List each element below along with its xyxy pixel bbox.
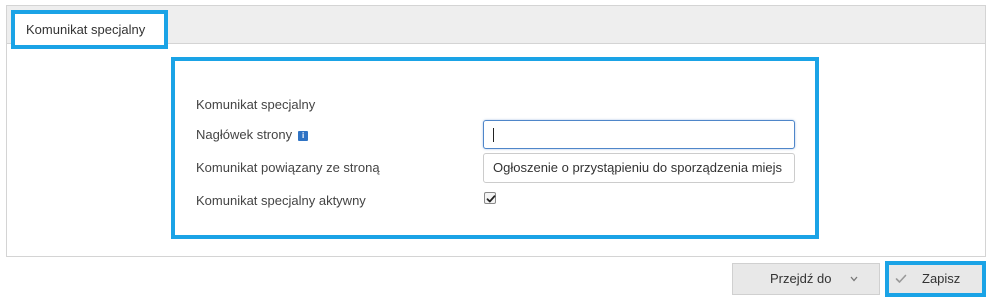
save-label: Zapisz xyxy=(922,271,961,286)
tab-komunikat-specjalny[interactable]: Komunikat specjalny xyxy=(11,10,168,49)
tab-label: Komunikat specjalny xyxy=(26,22,146,37)
checkmark-icon xyxy=(486,195,496,203)
linked-message-select[interactable]: Ogłoszenie o przystąpieniu do sporządzen… xyxy=(483,153,795,183)
header-label: Nagłówek strony xyxy=(196,127,293,142)
linked-message-value: Ogłoszenie o przystąpieniu do sporządzen… xyxy=(493,160,783,175)
active-label: Komunikat specjalny aktywny xyxy=(196,193,366,208)
goto-dropdown-button[interactable]: Przejdź do xyxy=(732,263,880,295)
info-icon[interactable]: i xyxy=(298,131,309,141)
header-label-row: Nagłówek strony i xyxy=(196,127,309,142)
tab-bar: Komunikat specjalny xyxy=(7,6,985,49)
goto-label: Przejdź do xyxy=(770,271,832,286)
checkmark-icon xyxy=(895,274,907,283)
special-message-form: Komunikat specjalny Nagłówek strony i Kom… xyxy=(171,57,819,239)
section-title: Komunikat specjalny xyxy=(196,97,316,112)
save-button[interactable]: Zapisz xyxy=(885,261,986,297)
linked-message-label: Komunikat powiązany ze stroną xyxy=(196,160,380,175)
text-caret xyxy=(493,128,494,142)
chevron-down-icon xyxy=(850,276,858,282)
page-header-input[interactable] xyxy=(483,120,795,149)
active-checkbox[interactable] xyxy=(484,192,496,204)
